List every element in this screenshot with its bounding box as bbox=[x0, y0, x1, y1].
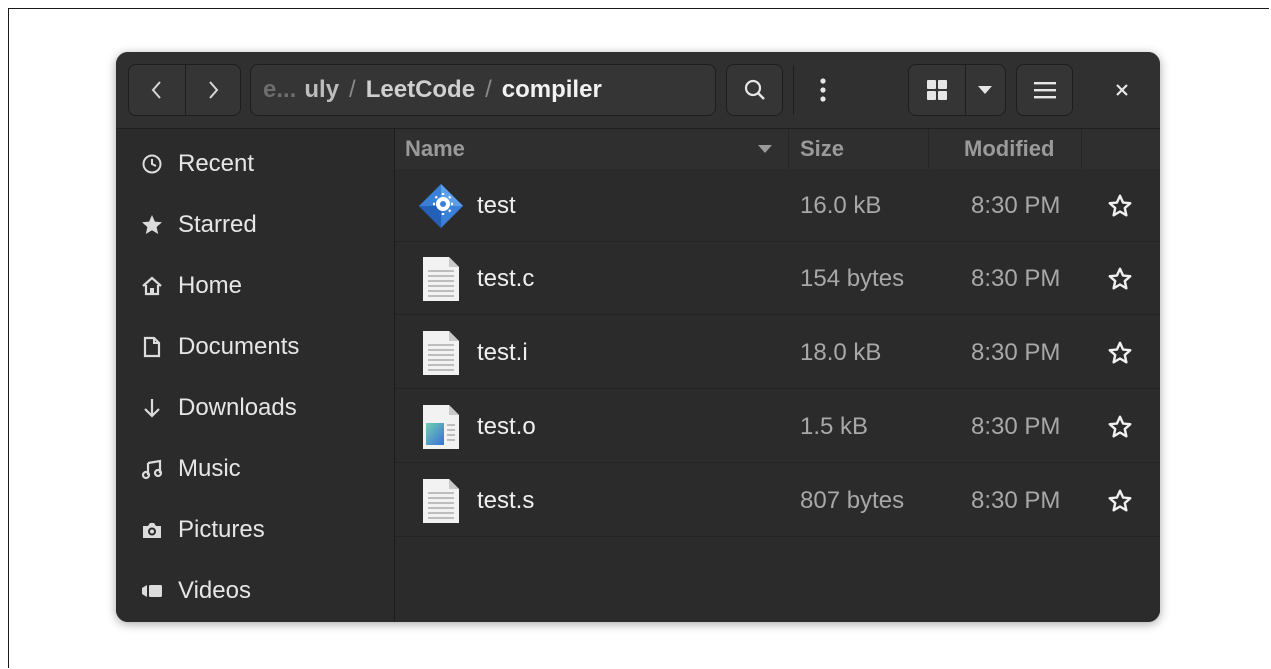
sidebar-item-label: Starred bbox=[178, 211, 257, 238]
header-bar: e... uly / LeetCode / compiler bbox=[116, 52, 1160, 129]
executable-icon bbox=[419, 184, 463, 228]
column-header-name-label: Name bbox=[405, 136, 465, 161]
table-row[interactable]: test 16.0 kB 8:30 PM bbox=[395, 169, 1160, 242]
star-outline-icon[interactable] bbox=[1107, 340, 1133, 366]
download-arrow-icon bbox=[140, 396, 164, 420]
main-menu-button[interactable] bbox=[1016, 64, 1073, 116]
star-outline-icon[interactable] bbox=[1107, 266, 1133, 292]
close-button[interactable] bbox=[1106, 74, 1138, 106]
sort-descending-icon bbox=[758, 145, 772, 153]
view-options-group bbox=[908, 64, 1006, 116]
sidebar: Recent Starred Home Documents Downloads bbox=[116, 129, 395, 622]
file-name: test.i bbox=[477, 338, 528, 366]
sidebar-item-documents[interactable]: Documents bbox=[116, 320, 394, 374]
file-name: test.o bbox=[477, 412, 536, 440]
sidebar-item-starred[interactable]: Starred bbox=[116, 198, 394, 252]
breadcrumb-separator: / bbox=[349, 76, 356, 103]
forward-button[interactable] bbox=[185, 65, 241, 115]
file-modified: 8:30 PM bbox=[971, 412, 1061, 440]
path-menu-button[interactable] bbox=[793, 65, 851, 115]
music-note-icon bbox=[140, 457, 164, 481]
column-header-modified[interactable]: Modified bbox=[964, 129, 1094, 169]
sidebar-item-label: Pictures bbox=[178, 516, 265, 543]
path-bar[interactable]: e... uly / LeetCode / compiler bbox=[250, 64, 826, 116]
object-file-icon bbox=[423, 405, 459, 449]
home-icon bbox=[140, 274, 164, 298]
vertical-dots-icon bbox=[819, 78, 826, 102]
sidebar-item-label: Downloads bbox=[178, 394, 297, 421]
navigation-buttons bbox=[128, 64, 241, 116]
column-divider bbox=[928, 129, 929, 169]
back-button[interactable] bbox=[129, 65, 186, 115]
grid-view-icon bbox=[927, 80, 947, 100]
chevron-right-icon bbox=[209, 81, 219, 99]
file-list: Name Size Modified test 16.0 kB 8:30 PM bbox=[395, 129, 1160, 622]
sidebar-item-label: Home bbox=[178, 272, 243, 299]
video-icon bbox=[140, 579, 164, 603]
breadcrumb-leetcode[interactable]: LeetCode bbox=[366, 76, 475, 104]
close-icon bbox=[1116, 84, 1128, 96]
file-modified: 8:30 PM bbox=[971, 486, 1061, 514]
grid-view-button[interactable] bbox=[909, 65, 966, 115]
column-header-modified-label: Modified bbox=[964, 136, 1055, 161]
star-outline-icon[interactable] bbox=[1107, 414, 1133, 440]
file-size: 1.5 kB bbox=[800, 412, 869, 440]
camera-icon bbox=[140, 518, 164, 542]
table-row[interactable]: test.i 18.0 kB 8:30 PM bbox=[395, 316, 1160, 389]
file-modified: 8:30 PM bbox=[971, 191, 1061, 219]
breadcrumb-uly[interactable]: uly bbox=[304, 76, 339, 104]
sidebar-item-videos[interactable]: Videos bbox=[116, 564, 394, 618]
breadcrumb-separator: / bbox=[485, 76, 492, 103]
column-header-name[interactable]: Name bbox=[405, 129, 785, 169]
sidebar-item-label: Videos bbox=[178, 577, 251, 604]
caret-down-icon bbox=[978, 86, 992, 94]
breadcrumb-current[interactable]: compiler bbox=[502, 76, 602, 104]
column-header-size-label: Size bbox=[800, 136, 845, 161]
file-name: test.c bbox=[477, 264, 535, 292]
sidebar-item-music[interactable]: Music bbox=[116, 442, 394, 496]
sidebar-item-label: Recent bbox=[178, 150, 255, 177]
search-icon bbox=[744, 79, 765, 100]
file-name: test.s bbox=[477, 486, 535, 514]
text-file-icon bbox=[423, 257, 459, 301]
table-row[interactable]: test.o 1.5 kB 8:30 PM bbox=[395, 390, 1160, 463]
file-name: test bbox=[477, 191, 516, 219]
sidebar-item-home[interactable]: Home bbox=[116, 259, 394, 313]
file-manager-window: e... uly / LeetCode / compiler Recent St… bbox=[116, 52, 1160, 622]
chevron-left-icon bbox=[151, 81, 161, 99]
file-size: 18.0 kB bbox=[800, 338, 882, 366]
table-row[interactable]: test.s 807 bytes 8:30 PM bbox=[395, 464, 1160, 537]
text-file-icon bbox=[423, 479, 459, 523]
star-outline-icon[interactable] bbox=[1107, 488, 1133, 514]
clock-icon bbox=[140, 152, 164, 176]
column-divider bbox=[1081, 129, 1082, 169]
file-modified: 8:30 PM bbox=[971, 264, 1061, 292]
hamburger-icon bbox=[1033, 82, 1056, 99]
file-size: 16.0 kB bbox=[800, 191, 882, 219]
file-size: 154 bytes bbox=[800, 264, 905, 292]
column-divider bbox=[788, 129, 789, 169]
breadcrumb-truncated[interactable]: e... bbox=[263, 76, 296, 104]
file-modified: 8:30 PM bbox=[971, 338, 1061, 366]
view-dropdown-button[interactable] bbox=[965, 65, 1005, 115]
file-size: 807 bytes bbox=[800, 486, 905, 514]
sidebar-item-downloads[interactable]: Downloads bbox=[116, 381, 394, 435]
sidebar-item-pictures[interactable]: Pictures bbox=[116, 503, 394, 557]
sidebar-item-label: Documents bbox=[178, 333, 300, 360]
search-button[interactable] bbox=[726, 64, 783, 116]
column-header-size[interactable]: Size bbox=[800, 129, 920, 169]
sidebar-item-recent[interactable]: Recent bbox=[116, 137, 394, 191]
text-file-icon bbox=[423, 331, 459, 375]
document-icon bbox=[140, 335, 164, 359]
star-outline-icon[interactable] bbox=[1107, 193, 1133, 219]
sidebar-item-label: Music bbox=[178, 455, 241, 482]
star-icon bbox=[140, 213, 164, 237]
table-row[interactable]: test.c 154 bytes 8:30 PM bbox=[395, 242, 1160, 315]
